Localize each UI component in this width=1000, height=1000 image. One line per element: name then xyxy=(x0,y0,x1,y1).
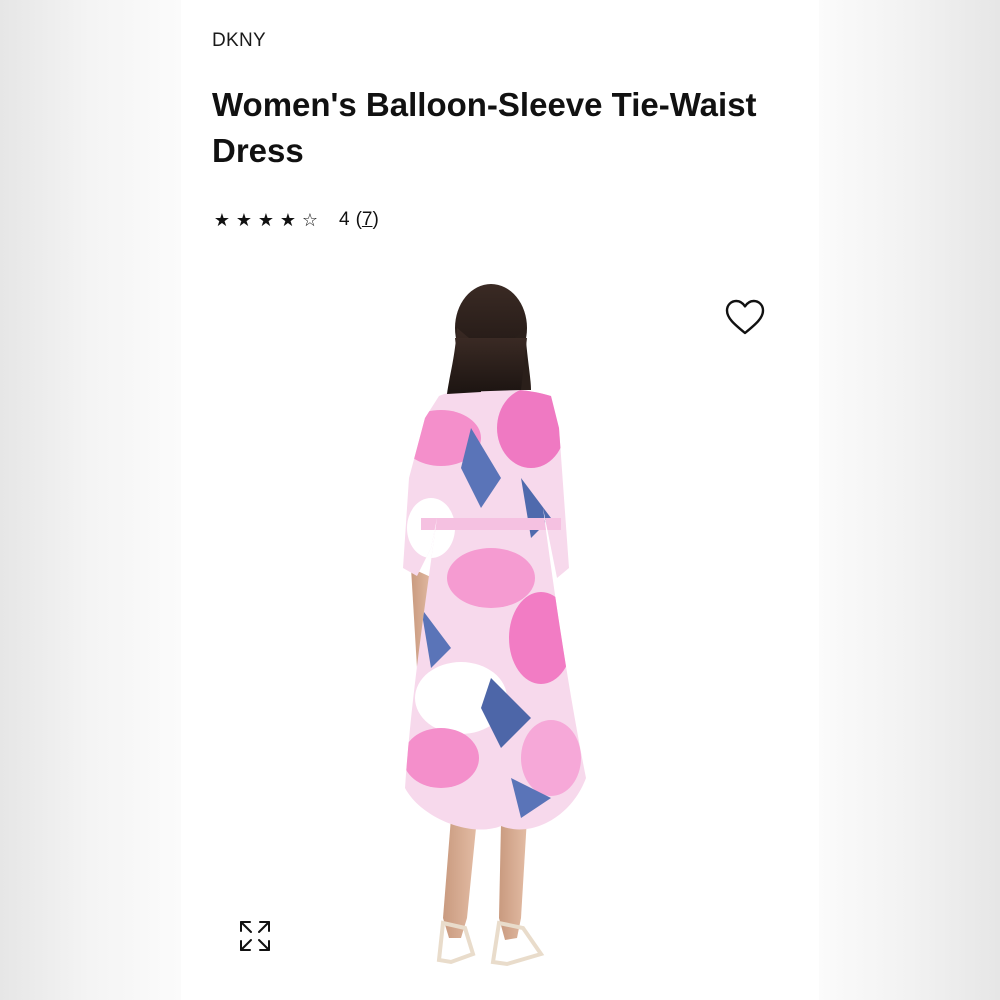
heart-outline-icon xyxy=(725,299,765,335)
star-filled-icon: ★ xyxy=(257,209,275,231)
star-filled-icon: ★ xyxy=(235,209,253,231)
rating-stars: ★ ★ ★ ★ ☆ xyxy=(212,210,320,231)
star-filled-icon: ★ xyxy=(213,209,231,231)
star-filled-icon: ★ xyxy=(279,209,297,231)
product-image[interactable] xyxy=(381,278,601,978)
product-title: Women's Balloon-Sleeve Tie-Waist Dress xyxy=(212,86,757,169)
expand-arrows-icon xyxy=(240,921,270,951)
product-card: DKNY Women's Balloon-Sleeve Tie-Waist Dr… xyxy=(181,0,819,1000)
product-rating[interactable]: ★ ★ ★ ★ ☆ 4 (7) xyxy=(212,207,379,233)
review-count-link[interactable]: (7) xyxy=(356,209,379,231)
favorite-button[interactable] xyxy=(725,299,765,337)
rating-value: 4 xyxy=(339,209,350,230)
review-count: 7 xyxy=(361,209,373,230)
star-empty-icon: ☆ xyxy=(301,209,319,231)
model-legs xyxy=(443,818,477,938)
expand-image-button[interactable] xyxy=(237,918,273,954)
brand-name[interactable]: DKNY xyxy=(212,30,266,52)
